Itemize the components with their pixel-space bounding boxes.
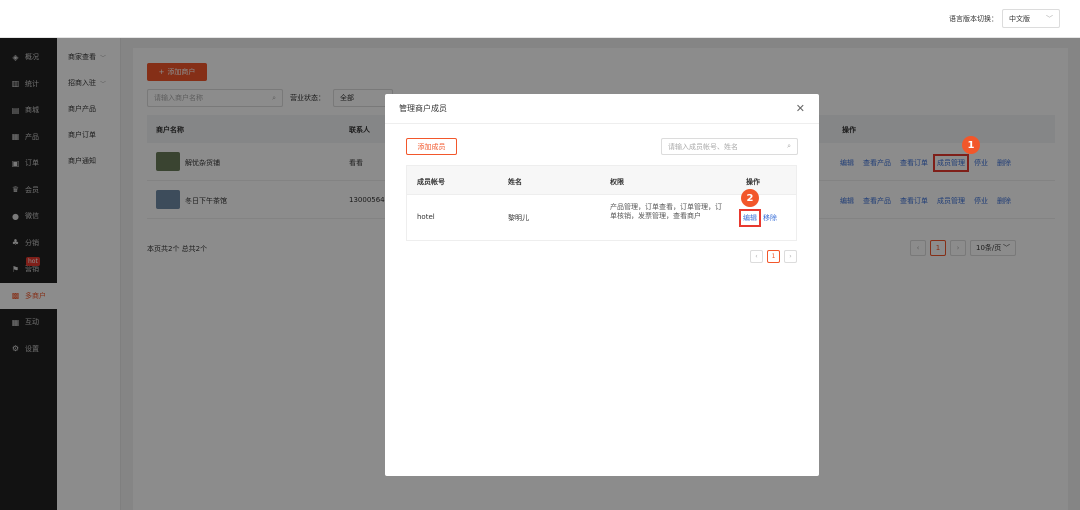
member-table-header: 成员帐号 姓名 权限 操作 — [406, 165, 797, 195]
manage-members-modal: 管理商户成员 ✕ 添加成员 请输入成员帐号、姓名 ⌕ 成员帐号 姓名 权限 操作… — [385, 94, 819, 476]
prev-page-button[interactable]: ‹ — [750, 250, 763, 263]
column-member-name: 姓名 — [508, 178, 522, 186]
language-value: 中文版 — [1009, 14, 1030, 23]
member-account: hotel — [417, 213, 435, 221]
member-name: 黎明儿 — [508, 214, 529, 222]
top-bar: 语言版本切换： 中文版 ﹀ — [0, 0, 1080, 38]
page-number-current[interactable]: 1 — [767, 250, 780, 263]
remove-member-link[interactable]: 移除 — [763, 213, 777, 223]
add-member-button[interactable]: 添加成员 — [406, 138, 457, 155]
member-row: hotel 黎明儿 产品管理，订单查看，订单管理，订单核销，发票管理，查看商户 … — [406, 195, 797, 241]
close-icon[interactable]: ✕ — [796, 102, 805, 115]
member-search-placeholder: 请输入成员帐号、姓名 — [668, 142, 738, 151]
language-label: 语言版本切换： — [949, 14, 998, 23]
language-select[interactable]: 中文版 ﹀ — [1002, 9, 1060, 28]
column-account: 成员帐号 — [417, 178, 445, 186]
member-ops: 编辑 移除 — [739, 209, 777, 227]
chevron-down-icon: ﹀ — [1046, 14, 1053, 23]
step-marker-1: 1 — [962, 136, 980, 154]
column-permissions: 权限 — [610, 178, 624, 186]
column-member-ops: 操作 — [746, 178, 760, 186]
language-switcher: 语言版本切换： 中文版 ﹀ — [949, 9, 1060, 28]
search-icon[interactable]: ⌕ — [787, 142, 791, 151]
step-marker-2: 2 — [741, 189, 759, 207]
next-page-button[interactable]: › — [784, 250, 797, 263]
member-search-input[interactable]: 请输入成员帐号、姓名 ⌕ — [661, 138, 798, 155]
modal-title: 管理商户成员 — [399, 104, 447, 113]
modal-header: 管理商户成员 ✕ — [385, 94, 819, 124]
member-permissions: 产品管理，订单查看，订单管理，订单核销，发票管理，查看商户 — [610, 203, 722, 220]
edit-member-link[interactable]: 编辑 — [739, 209, 761, 227]
member-pagination: ‹ 1 › — [750, 250, 797, 263]
